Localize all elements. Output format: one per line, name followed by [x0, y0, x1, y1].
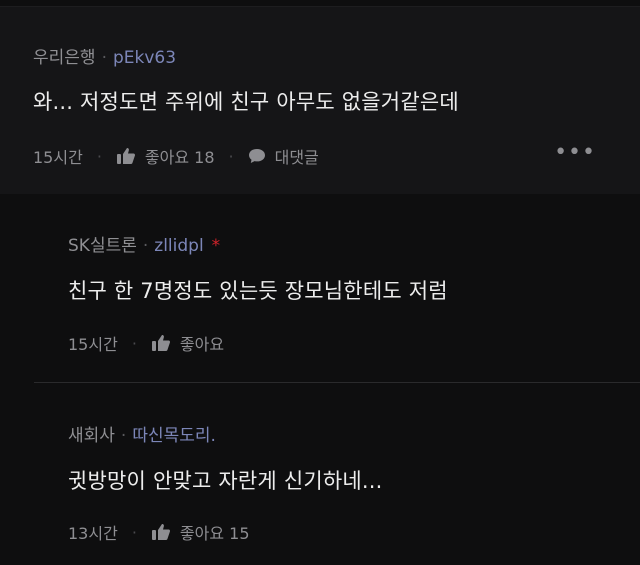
like-label: 좋아요 15	[179, 524, 250, 543]
reply-item: SK실트론 · zllidpl * 친구 한 7명정도 있는듯 장모님한테도 저럼 1…	[0, 194, 640, 382]
comment-actions: 15시간 · 좋아요 18 · 대댓글	[33, 144, 319, 168]
comment-text: 친구 한 7명정도 있는듯 장모님한테도 저럼	[68, 279, 448, 303]
comment-meta: 새회사 · 따신목도리.	[68, 421, 216, 446]
action-separator: ·	[228, 146, 234, 166]
author-nickname[interactable]: pEkv63	[113, 48, 176, 68]
author-name[interactable]: SK실트론	[68, 236, 137, 256]
comment-meta: SK실트론 · zllidpl *	[68, 231, 220, 256]
author-badge: *	[211, 236, 221, 256]
thumbs-up-icon	[116, 148, 135, 164]
reply-label: 대댓글	[274, 148, 319, 167]
author-name[interactable]: 새회사	[68, 426, 115, 446]
speech-bubble-icon	[248, 149, 265, 163]
like-label: 좋아요	[179, 335, 225, 354]
like-button[interactable]: 좋아요 15	[151, 520, 250, 544]
action-separator: ·	[131, 522, 137, 542]
reply-button[interactable]: 대댓글	[248, 144, 319, 168]
comment-actions: 15시간 · 좋아요	[68, 331, 224, 355]
thumbs-up-icon	[151, 524, 170, 540]
comment-meta: 우리은행 · pEkv63	[33, 43, 176, 68]
comment-actions: 13시간 · 좋아요 15	[68, 520, 250, 544]
meta-separator: ·	[101, 48, 107, 68]
thumbs-up-icon	[151, 335, 170, 351]
action-separator: ·	[96, 146, 102, 166]
like-button[interactable]: 좋아요	[151, 331, 224, 355]
meta-separator: ·	[120, 426, 127, 446]
reply-item: 새회사 · 따신목도리. 귓방망이 안맞고 자란게 신기하네... 13시간 · 좋…	[0, 383, 640, 565]
more-options-icon[interactable]: •••	[554, 140, 596, 165]
comment-time: 15시간	[33, 148, 83, 167]
author-nickname[interactable]: 따신목도리.	[132, 426, 216, 446]
comment-time: 13시간	[68, 524, 118, 543]
like-label: 좋아요 18	[144, 148, 215, 167]
author-name[interactable]: 우리은행	[33, 48, 96, 68]
comment-item: 우리은행 · pEkv63 와... 저정도면 주위에 친구 아무도 없을거같은데 …	[0, 7, 640, 194]
comment-time: 15시간	[68, 335, 118, 354]
comment-text: 와... 저정도면 주위에 친구 아무도 없을거같은데	[33, 90, 459, 114]
action-separator: ·	[131, 333, 137, 353]
meta-separator: ·	[142, 236, 149, 256]
like-button[interactable]: 좋아요 18	[116, 144, 215, 168]
author-nickname[interactable]: zllidpl	[154, 236, 203, 256]
comment-text: 귓방망이 안맞고 자란게 신기하네...	[68, 469, 383, 493]
